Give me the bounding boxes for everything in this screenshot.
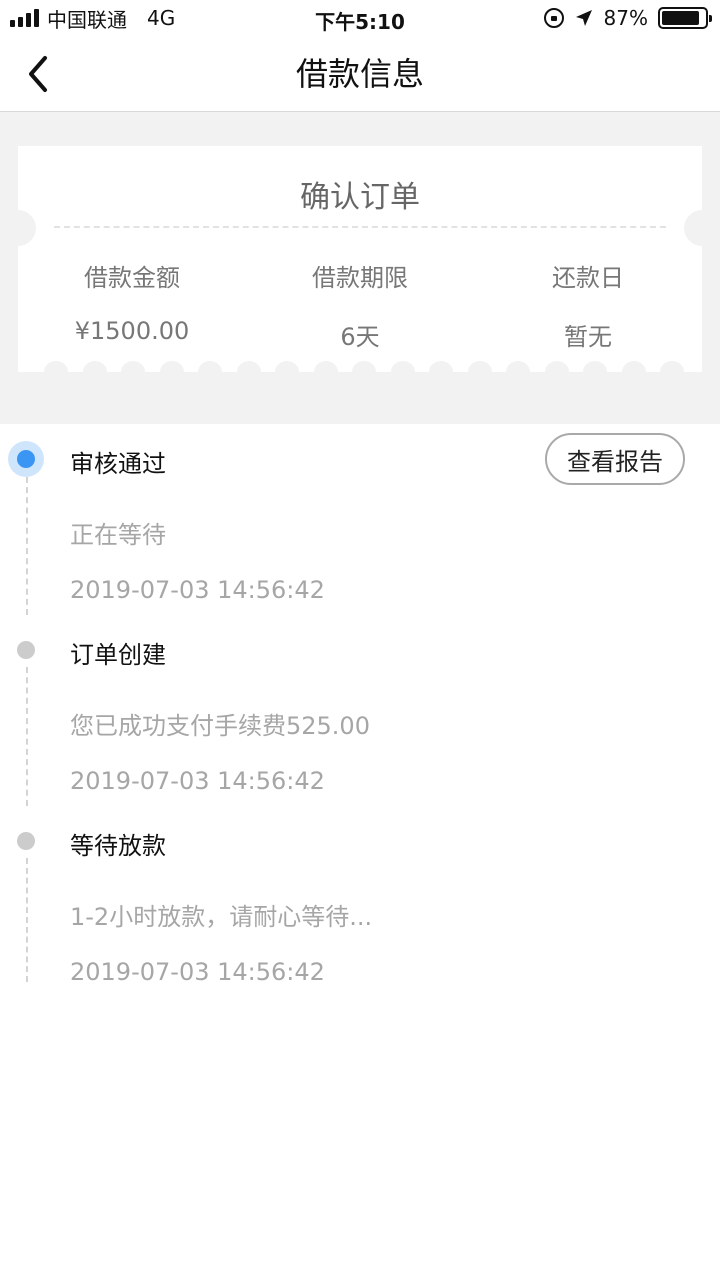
- signal-icon: [10, 9, 39, 27]
- summary-label: 借款期限: [312, 264, 408, 292]
- timeline-item-order-created: 订单创建 您已成功支付手续费525.00 2019-07-03 14:56:42: [0, 615, 720, 806]
- status-right: 87%: [543, 6, 712, 30]
- timeline-item-review-approved: 审核通过 查看报告 正在等待 2019-07-03 14:56:42: [0, 424, 720, 615]
- timeline-desc: 正在等待: [70, 521, 166, 549]
- order-ticket-card: 确认订单 借款金额 ¥1500.00 借款期限 6天 还款日 暂无: [0, 146, 720, 383]
- chevron-left-icon: [29, 56, 47, 92]
- summary-label: 还款日: [552, 264, 624, 292]
- timeline-connector: [26, 667, 28, 806]
- carrier-name: 中国联通: [47, 7, 127, 32]
- summary-col-amount: 借款金额 ¥1500.00: [18, 258, 246, 352]
- timeline-item-awaiting-disbursement: 等待放款 1-2小时放款，请耐心等待... 2019-07-03 14:56:4…: [0, 806, 720, 997]
- timeline-connector: [26, 477, 28, 615]
- status-left: 中国联通 4G: [10, 6, 176, 32]
- summary-col-term: 借款期限 6天: [246, 258, 474, 352]
- timeline-title: 审核通过: [70, 450, 166, 478]
- timeline-dot: [17, 641, 35, 659]
- timeline-desc: 您已成功支付手续费525.00: [70, 712, 370, 740]
- view-report-button[interactable]: 查看报告: [545, 433, 685, 485]
- summary-band: 确认订单 借款金额 ¥1500.00 借款期限 6天 还款日 暂无: [0, 112, 720, 424]
- network-type: 4G: [147, 6, 176, 30]
- timeline-dot: [17, 832, 35, 850]
- summary-label: 借款金额: [84, 264, 180, 292]
- timeline-time: 2019-07-03 14:56:42: [70, 576, 325, 604]
- status-bar: 中国联通 4G 下午5:10 87%: [0, 0, 720, 36]
- timeline-time: 2019-07-03 14:56:42: [70, 958, 325, 986]
- summary-value: 暂无: [564, 323, 612, 351]
- ticket-title: 确认订单: [300, 180, 420, 215]
- location-arrow-icon: [575, 10, 592, 26]
- back-button[interactable]: [12, 48, 64, 100]
- page-title: 借款信息: [295, 55, 424, 93]
- battery-icon: [658, 7, 712, 29]
- ticket-divider: [54, 226, 666, 228]
- timeline-time: 2019-07-03 14:56:42: [70, 767, 325, 795]
- timeline-title: 订单创建: [70, 641, 166, 669]
- nav-bar: 借款信息: [0, 36, 720, 112]
- summary-value: ¥1500.00: [74, 317, 190, 345]
- timeline-dot-active: [8, 441, 44, 477]
- summary-col-repay-date: 还款日 暂无: [474, 258, 702, 352]
- rotation-lock-icon: [543, 8, 564, 28]
- timeline-title: 等待放款: [70, 832, 166, 860]
- battery-percent: 87%: [603, 6, 648, 30]
- timeline-connector: [26, 858, 28, 982]
- summary-columns: 借款金额 ¥1500.00 借款期限 6天 还款日 暂无: [18, 258, 702, 352]
- ticket-scallop-edge: [44, 361, 684, 383]
- battery-fill: [662, 11, 699, 25]
- summary-value: 6天: [340, 323, 380, 351]
- timeline-desc: 1-2小时放款，请耐心等待...: [70, 903, 373, 931]
